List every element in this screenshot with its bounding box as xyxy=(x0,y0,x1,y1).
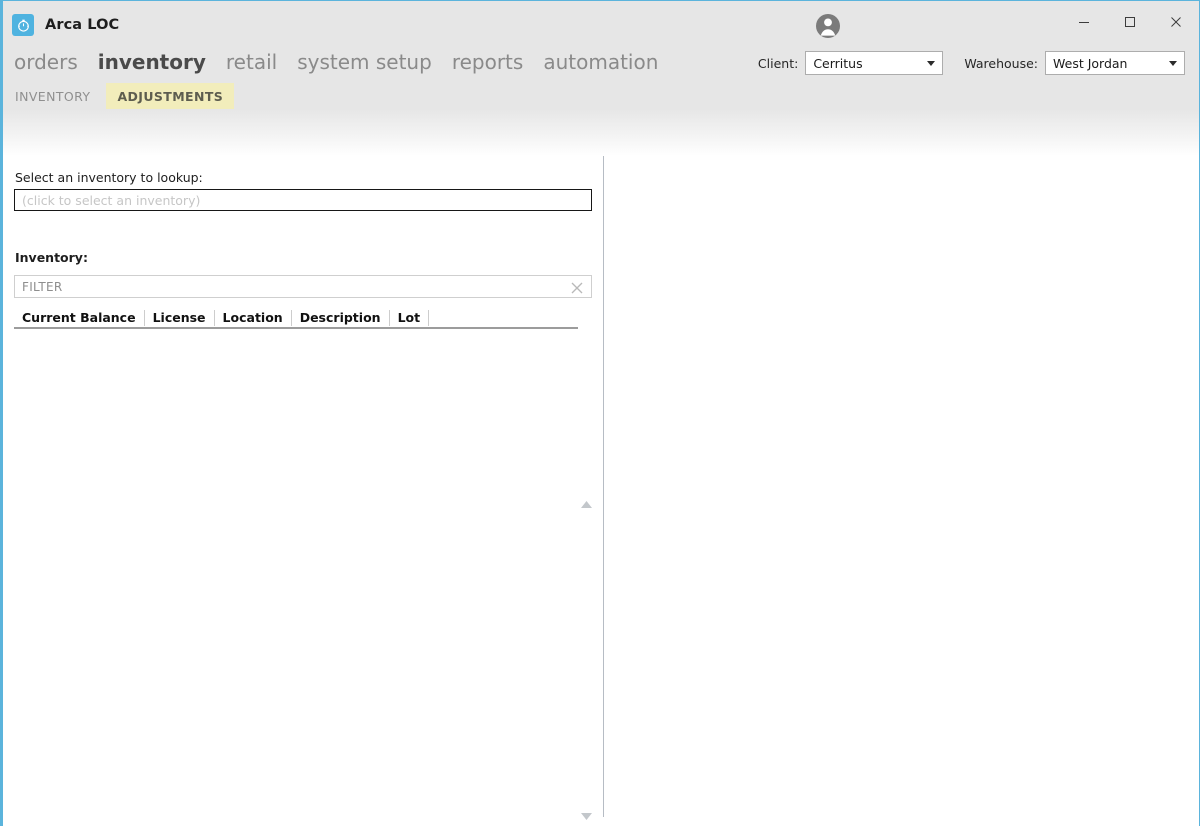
inventory-grid-header: Current Balance License Location Descrip… xyxy=(14,308,578,329)
application-window: Arca LOC orders inventory retail system … xyxy=(0,0,1200,826)
window-controls xyxy=(1061,1,1199,43)
title-bar: Arca LOC xyxy=(3,1,1199,49)
column-header-lot[interactable]: Lot xyxy=(390,309,430,326)
lookup-label: Select an inventory to lookup: xyxy=(15,170,203,185)
nav-item-retail[interactable]: retail xyxy=(226,49,277,75)
inventory-grid: Current Balance License Location Descrip… xyxy=(14,308,578,329)
scroll-up-arrow-icon[interactable] xyxy=(580,494,593,508)
nav-item-system-setup[interactable]: system setup xyxy=(297,49,432,75)
toolbar-band xyxy=(3,109,1199,156)
nav-item-reports[interactable]: reports xyxy=(452,49,524,75)
close-button[interactable] xyxy=(1153,1,1199,43)
user-avatar-icon[interactable] xyxy=(814,12,842,40)
column-header-license[interactable]: License xyxy=(145,309,215,326)
inventory-lookup-input[interactable]: (click to select an inventory) xyxy=(14,189,592,211)
inventory-section-label: Inventory: xyxy=(15,250,88,265)
warehouse-select[interactable]: West Jordan xyxy=(1045,51,1185,75)
client-selected-value: Cerritus xyxy=(813,55,863,71)
inventory-lookup-placeholder: (click to select an inventory) xyxy=(22,192,201,208)
nav-item-automation[interactable]: automation xyxy=(543,49,658,75)
nav-menu: orders inventory retail system setup rep… xyxy=(14,49,678,75)
minimize-button[interactable] xyxy=(1061,1,1107,43)
column-header-description[interactable]: Description xyxy=(292,309,390,326)
app-title: Arca LOC xyxy=(45,17,120,33)
inventory-filter-input[interactable]: FILTER xyxy=(14,275,592,298)
client-label: Client: xyxy=(757,55,799,71)
tab-adjustments[interactable]: ADJUSTMENTS xyxy=(106,83,235,109)
column-header-current-balance[interactable]: Current Balance xyxy=(14,309,145,326)
chevron-down-icon xyxy=(927,61,936,66)
chevron-down-icon xyxy=(1169,61,1177,66)
maximize-button[interactable] xyxy=(1107,1,1153,43)
clear-x-icon[interactable] xyxy=(570,280,584,294)
main-navigation: orders inventory retail system setup rep… xyxy=(3,49,1199,83)
stopwatch-icon xyxy=(12,14,34,36)
inventory-filter-placeholder: FILTER xyxy=(22,279,63,294)
nav-item-inventory[interactable]: inventory xyxy=(98,49,206,75)
tab-inventory[interactable]: INVENTORY xyxy=(15,83,106,109)
warehouse-selected-value: West Jordan xyxy=(1053,55,1128,71)
nav-item-orders[interactable]: orders xyxy=(14,49,78,75)
scroll-down-arrow-icon[interactable] xyxy=(580,806,593,820)
context-selectors: Client: Cerritus Warehouse: West Jordan xyxy=(758,51,1185,75)
left-pane: Select an inventory to lookup: (click to… xyxy=(3,156,603,825)
warehouse-label: Warehouse: xyxy=(964,55,1038,71)
inventory-grid-body xyxy=(14,331,578,813)
content-area: Select an inventory to lookup: (click to… xyxy=(3,156,1199,825)
right-detail-pane xyxy=(604,156,1199,825)
sub-tab-bar: INVENTORY ADJUSTMENTS xyxy=(3,83,1199,109)
client-select[interactable]: Cerritus xyxy=(805,51,944,75)
column-header-location[interactable]: Location xyxy=(215,309,292,326)
column-header-filler xyxy=(429,310,578,326)
